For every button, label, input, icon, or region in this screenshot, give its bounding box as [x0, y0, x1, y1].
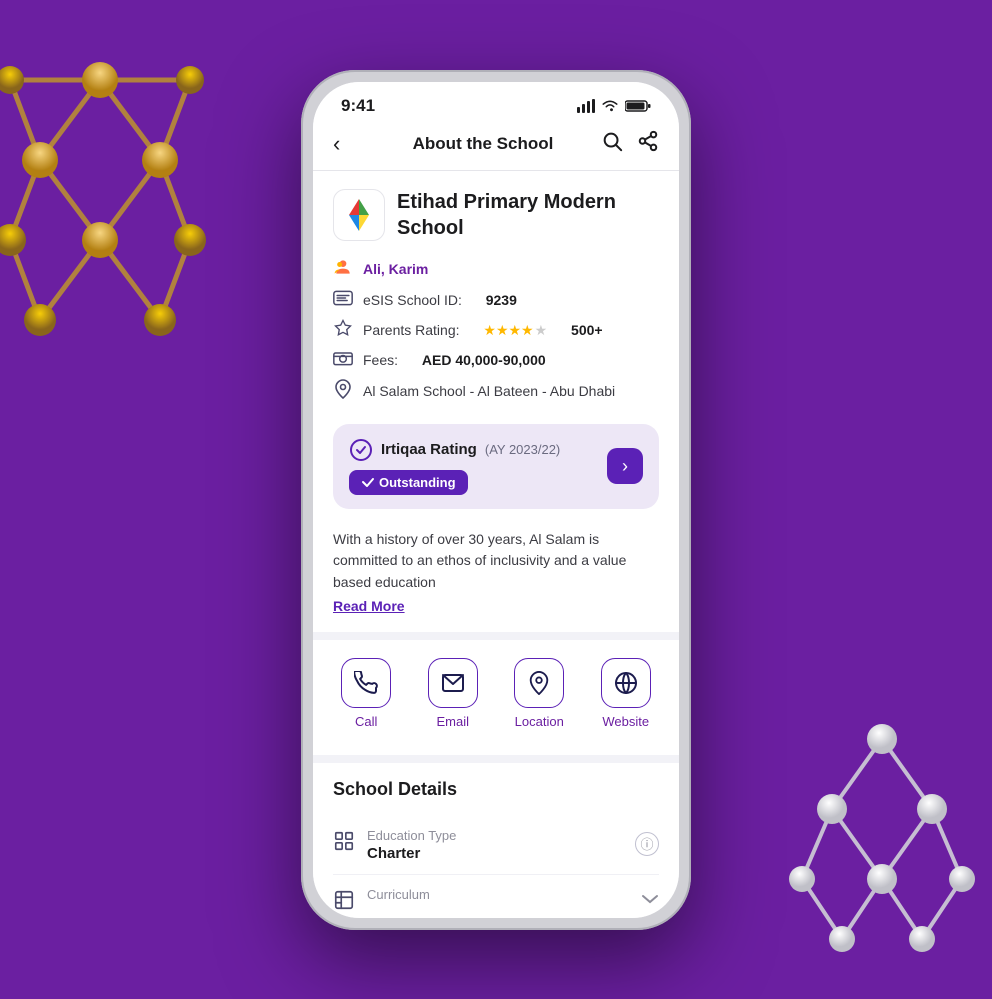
location-icon-small: [333, 379, 353, 404]
irtiqaa-card: Irtiqaa Rating (AY 2023/22) Outstanding …: [333, 424, 659, 509]
battery-icon: [625, 99, 651, 113]
education-type-value: Charter: [367, 845, 456, 862]
irtiqaa-left: Irtiqaa Rating (AY 2023/22) Outstanding: [349, 438, 560, 495]
email-icon: [441, 671, 465, 695]
irtiqaa-title-row: Irtiqaa Rating (AY 2023/22): [349, 438, 560, 462]
school-name-container: Etihad Primary Modern School: [397, 189, 659, 241]
person-name: Ali, Karim: [363, 261, 428, 277]
website-icon: [614, 671, 638, 695]
read-more-button[interactable]: Read More: [333, 598, 405, 614]
fees-icon: [333, 350, 353, 371]
irtiqaa-icon: [349, 438, 373, 462]
divider-1: [313, 632, 679, 640]
call-icon: [354, 671, 378, 695]
divider-2: [313, 755, 679, 763]
share-icon[interactable]: [637, 130, 659, 158]
rating-row: Parents Rating: ★★★★★ 500+: [333, 319, 659, 342]
rating-label: Parents Rating:: [363, 322, 460, 338]
education-type-item: Education Type Charter ⓘ: [333, 816, 659, 875]
person-row: Ali, Karim: [333, 257, 659, 282]
curriculum-item: Curriculum: [333, 875, 659, 918]
school-name: Etihad Primary Modern School: [397, 189, 659, 241]
esis-value: 9239: [486, 292, 517, 308]
website-icon-wrap: [601, 658, 651, 708]
signal-icon: [577, 99, 595, 113]
search-icon[interactable]: [601, 130, 623, 158]
curriculum-icon: [333, 889, 355, 916]
school-header: Etihad Primary Modern School: [313, 171, 679, 253]
curriculum-expand-icon[interactable]: [641, 891, 659, 909]
description-text: With a history of over 30 years, Al Sala…: [333, 529, 659, 594]
school-details-section: School Details Educ: [313, 763, 679, 918]
website-label: Website: [602, 714, 649, 729]
education-type-content: Education Type Charter: [367, 828, 456, 862]
irtiqaa-badge-label: Outstanding: [379, 475, 456, 490]
location-icon: [528, 671, 550, 695]
education-type-label: Education Type: [367, 828, 456, 843]
fees-label: Fees:: [363, 352, 398, 368]
call-label: Call: [355, 714, 377, 729]
status-bar: 9:41: [313, 82, 679, 122]
email-button[interactable]: Email: [418, 658, 488, 729]
irtiqaa-title: Irtiqaa Rating: [381, 441, 477, 458]
star-icon: [333, 319, 353, 342]
check-icon: [361, 475, 375, 489]
nav-bar: ‹ About the School: [313, 122, 679, 171]
rating-count: 500+: [571, 322, 603, 338]
location-label: Location: [515, 714, 564, 729]
description-section: With a history of over 30 years, Al Sala…: [313, 521, 679, 620]
action-row: Call Email: [313, 640, 679, 743]
esis-icon: [333, 290, 353, 311]
nav-actions: [601, 130, 659, 158]
star-rating: ★★★★★: [483, 322, 547, 339]
curriculum-left: Curriculum: [333, 887, 430, 916]
curriculum-label: Curriculum: [367, 887, 430, 902]
education-type-info-button[interactable]: ⓘ: [635, 832, 659, 856]
esis-row: eSIS School ID: 9239: [333, 290, 659, 311]
website-button[interactable]: Website: [591, 658, 661, 729]
curriculum-content: Curriculum: [367, 887, 430, 902]
location-icon-wrap: [514, 658, 564, 708]
person-icon: [333, 257, 353, 282]
address-row: Al Salam School - Al Bateen - Abu Dhabi: [333, 379, 659, 404]
call-icon-wrap: [341, 658, 391, 708]
wifi-icon: [601, 99, 619, 113]
education-type-icon: [333, 830, 355, 857]
irtiqaa-badge: Outstanding: [349, 470, 468, 495]
education-type-left: Education Type Charter: [333, 828, 456, 862]
back-button[interactable]: ‹: [333, 131, 365, 157]
info-list: Ali, Karim eSIS School ID: 9239: [313, 253, 679, 416]
location-button[interactable]: Location: [504, 658, 574, 729]
irtiqaa-year: (AY 2023/22): [485, 442, 560, 457]
email-icon-wrap: [428, 658, 478, 708]
status-time: 9:41: [341, 96, 375, 116]
phone-shell: 9:41: [301, 70, 691, 930]
screen-content[interactable]: Etihad Primary Modern School Ali,: [313, 171, 679, 918]
school-logo: [333, 189, 385, 241]
status-icons: [577, 99, 651, 113]
irtiqaa-arrow-button[interactable]: ›: [607, 448, 643, 484]
nav-title: About the School: [413, 134, 554, 154]
fees-value: AED 40,000-90,000: [422, 352, 546, 368]
phone-screen: 9:41: [313, 82, 679, 918]
fees-row: Fees: AED 40,000-90,000: [333, 350, 659, 371]
email-label: Email: [436, 714, 469, 729]
call-button[interactable]: Call: [331, 658, 401, 729]
address: Al Salam School - Al Bateen - Abu Dhabi: [363, 383, 615, 399]
esis-label: eSIS School ID:: [363, 292, 462, 308]
school-details-title: School Details: [333, 779, 659, 800]
